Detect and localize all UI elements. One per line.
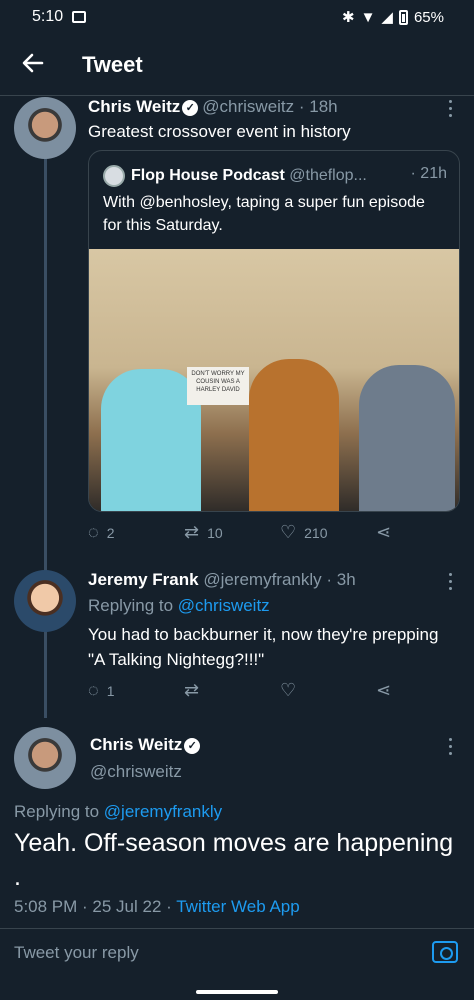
tweet-time: · 3h — [326, 570, 356, 589]
signal-icon: ◢ — [381, 9, 393, 26]
tweet-photo[interactable]: DON'T WORRY MY COUSIN WAS A HARLEY DAVID — [89, 249, 459, 511]
reply-input[interactable]: Tweet your reply — [14, 943, 139, 963]
quoted-avatar — [103, 165, 125, 187]
like-count: 210 — [304, 524, 328, 541]
heart-icon: ♡ — [280, 522, 297, 542]
share-icon: ⋖ — [376, 522, 392, 542]
wifi-icon: ▼ — [360, 8, 376, 26]
more-options-icon[interactable] — [447, 738, 453, 756]
author-handle: @chrisweitz — [90, 762, 182, 781]
share-button[interactable]: ⋖ — [376, 522, 391, 543]
verified-badge-icon: ✓ — [184, 737, 201, 754]
replying-to-label: Replying to — [14, 802, 100, 821]
retweet-button[interactable]: ⇄ — [184, 680, 199, 701]
replying-to-link[interactable]: @jeremyfrankly — [104, 802, 222, 821]
reply-count: 2 — [106, 524, 115, 541]
like-button[interactable]: ♡ 210 — [280, 522, 328, 543]
page-title: Tweet — [82, 52, 143, 77]
retweet-icon: ⇄ — [184, 522, 200, 542]
home-indicator — [196, 990, 278, 994]
tweet-text: Yeah. Off-season moves are happening . — [14, 829, 454, 891]
status-time: 5:10 — [32, 8, 64, 25]
camera-icon[interactable] — [432, 941, 458, 963]
author-name-row: Chris Weitz ✓ — [90, 735, 204, 755]
back-arrow-icon[interactable] — [18, 48, 48, 78]
more-options-icon[interactable] — [447, 573, 453, 591]
like-button[interactable]: ♡ — [280, 680, 296, 701]
avatar[interactable] — [14, 727, 76, 789]
share-icon: ⋖ — [376, 680, 392, 700]
quoted-author-name: Flop House Podcast — [131, 167, 285, 185]
tweet-source-link[interactable]: Twitter Web App — [176, 897, 299, 916]
status-bar: 5:10 ✱ ▼ ◢ 65% — [0, 0, 474, 34]
bluetooth-icon: ✱ — [341, 9, 355, 26]
reply-button[interactable]: ◌ 2 — [88, 522, 115, 543]
reply-count: 1 — [106, 682, 115, 699]
reply-button[interactable]: ◌ 1 — [88, 680, 115, 701]
retweet-count: 10 — [207, 524, 223, 541]
thread-connector-line — [44, 158, 47, 718]
replying-to-label: Replying to — [88, 596, 174, 615]
quoted-tweet-text: With @benhosley, taping a super fun epis… — [103, 194, 425, 234]
battery-icon — [398, 9, 408, 25]
quoted-author-handle: @theflop... — [289, 167, 367, 185]
photo-sign: DON'T WORRY MY COUSIN WAS A HARLEY DAVID — [187, 367, 249, 405]
quoted-tweet[interactable]: Flop House Podcast @theflop... · 21h Wit… — [88, 150, 460, 512]
photo-person-right — [359, 365, 455, 511]
quoted-tweet-time: · 21h — [410, 165, 447, 182]
author-name[interactable]: Chris Weitz — [88, 97, 180, 116]
more-options-icon[interactable] — [447, 100, 453, 118]
author-handle: @jeremyfrankly — [203, 570, 322, 589]
replying-to-link[interactable]: @chrisweitz — [178, 596, 270, 615]
top-bar: Tweet — [0, 34, 474, 96]
tweet-meta: 5:08 PM · 25 Jul 22 · Twitter Web App — [14, 897, 300, 917]
status-icons: ✱ ▼ ◢ 65% — [341, 8, 444, 27]
author-name[interactable]: Chris Weitz — [90, 735, 182, 754]
replying-to: Replying to @chrisweitz — [88, 596, 270, 616]
avatar[interactable] — [14, 570, 76, 632]
author-name[interactable]: Jeremy Frank — [88, 570, 199, 589]
heart-icon: ♡ — [280, 680, 297, 700]
tweet-header: Jeremy Frank @jeremyfrankly · 3h — [88, 570, 356, 590]
photo-person-left — [101, 369, 201, 511]
reply-icon: ◌ — [88, 522, 99, 542]
tweet-text: You had to backburner it, now they're pr… — [88, 625, 439, 669]
tweet-header: Chris Weitz ✓ @chrisweitz · 18h — [88, 97, 338, 117]
tweet-actions: ◌ 1 ⇄ ♡ ⋖ — [88, 680, 406, 702]
replying-to: Replying to @jeremyfrankly — [14, 802, 222, 822]
tweet-timestamp: 5:08 PM · 25 Jul 22 · — [14, 897, 172, 916]
avatar[interactable] — [14, 97, 76, 159]
battery-percent: 65% — [413, 8, 444, 26]
quoted-tweet-header: Flop House Podcast @theflop... · 21h — [103, 165, 447, 187]
reply-composer[interactable]: Tweet your reply — [0, 928, 474, 978]
verified-badge-icon: ✓ — [182, 99, 199, 116]
share-button[interactable]: ⋖ — [376, 680, 391, 701]
tweet-time: · 18h — [298, 97, 338, 116]
tweet-actions: ◌ 2 ⇄ 10 ♡ 210 ⋖ — [88, 522, 406, 544]
author-handle: @chrisweitz — [202, 97, 295, 116]
retweet-icon: ⇄ — [184, 680, 200, 700]
message-notification-icon — [72, 11, 86, 23]
photo-person-center — [249, 359, 339, 511]
retweet-button[interactable]: ⇄ 10 — [184, 522, 223, 543]
reply-icon: ◌ — [88, 680, 99, 700]
tweet-text: Greatest crossover event in history — [88, 122, 351, 141]
